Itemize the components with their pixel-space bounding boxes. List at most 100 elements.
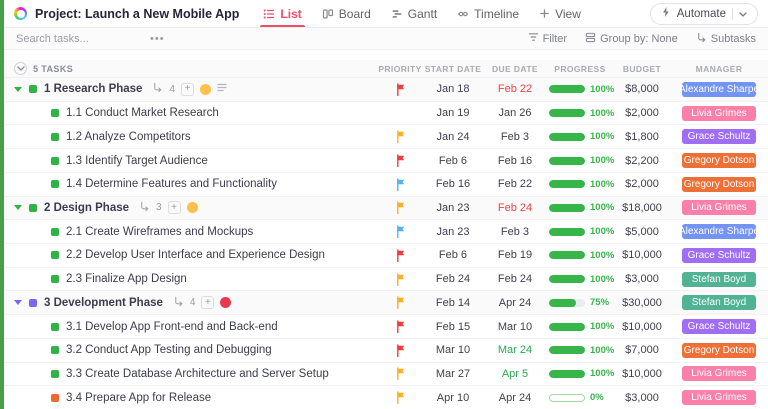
status-emoji-icon[interactable] [186, 202, 198, 214]
task-name[interactable]: 2.2 Develop User Interface and Experienc… [66, 249, 325, 261]
due-date[interactable]: Feb 22 [484, 83, 546, 95]
status-square-icon[interactable] [29, 85, 37, 94]
priority-flag-icon[interactable] [378, 225, 422, 239]
priority-flag-icon[interactable] [378, 272, 422, 286]
manager-badge[interactable]: Grace Schultz [682, 129, 756, 145]
budget-value[interactable]: $10,000 [614, 249, 670, 261]
priority-flag-icon[interactable] [378, 249, 422, 262]
task-row[interactable]: 2.3 Finalize App Design Feb 24 Feb 24 100% $… [4, 267, 768, 292]
column-header-budget[interactable]: BUDGET [614, 64, 670, 74]
add-task-button[interactable]: + [167, 201, 181, 215]
task-name[interactable]: 3.2 Conduct App Testing and Debugging [66, 344, 272, 356]
budget-value[interactable]: $7,000 [614, 344, 670, 356]
subtask-count[interactable]: 3 [156, 202, 162, 213]
task-row[interactable]: 2.1 Create Wireframes and Mockups Jan 23 F… [4, 220, 768, 245]
budget-value[interactable]: $10,000 [614, 321, 670, 333]
status-emoji-icon[interactable] [200, 83, 212, 95]
task-name[interactable]: 1.4 Determine Features and Functionality [66, 178, 277, 190]
column-header-progress[interactable]: PROGRESS [546, 64, 614, 74]
priority-flag-icon[interactable] [378, 154, 422, 168]
start-date[interactable]: Feb 6 [422, 249, 484, 261]
column-header-manager[interactable]: MANAGER [670, 64, 768, 74]
priority-flag-icon[interactable] [378, 296, 422, 310]
tab-view[interactable]: View [539, 0, 581, 27]
column-header-start-date[interactable]: START DATE [422, 64, 484, 74]
manager-badge[interactable]: Alexandre Sharpe [682, 81, 756, 97]
tab-list[interactable]: List [260, 0, 306, 27]
status-emoji-icon[interactable] [220, 297, 232, 309]
manager-badge[interactable]: Stefan Boyd [682, 271, 756, 287]
priority-flag-icon[interactable] [378, 391, 422, 405]
status-square-icon[interactable] [51, 109, 59, 118]
group-row[interactable]: 2 Design Phase 3 + Jan 23 Feb 24 100% $18,000 L… [4, 196, 768, 221]
start-date[interactable]: Mar 10 [422, 344, 484, 356]
tab-timeline[interactable]: Timeline [457, 0, 519, 27]
start-date[interactable]: Jan 19 [422, 107, 484, 119]
expand-caret-icon[interactable] [14, 205, 22, 211]
budget-value[interactable]: $1,800 [614, 131, 670, 143]
due-date[interactable]: Mar 10 [484, 321, 546, 333]
manager-badge[interactable]: Gregory Dotson [682, 153, 756, 169]
budget-value[interactable]: $2,200 [614, 155, 670, 167]
manager-badge[interactable]: Grace Schultz [682, 247, 756, 263]
expand-caret-icon[interactable] [14, 86, 22, 92]
start-date[interactable]: Feb 15 [422, 321, 484, 333]
task-row[interactable]: 3.4 Prepare App for Release Apr 10 Apr 24 0… [4, 386, 768, 409]
more-options-button[interactable]: ••• [150, 33, 165, 45]
manager-badge[interactable]: Stefan Boyd [682, 295, 756, 311]
due-date[interactable]: Apr 24 [484, 297, 546, 309]
due-date[interactable]: Feb 3 [484, 131, 546, 143]
manager-badge[interactable]: Livia Grimes [682, 366, 756, 382]
subtask-count[interactable]: 4 [169, 84, 175, 95]
due-date[interactable]: Feb 19 [484, 249, 546, 261]
budget-value[interactable]: $8,000 [614, 83, 670, 95]
start-date[interactable]: Jan 18 [422, 83, 484, 95]
due-date[interactable]: Apr 24 [484, 392, 546, 404]
task-row[interactable]: 1.3 Identify Target Audience Feb 6 Feb 16 1… [4, 149, 768, 173]
start-date[interactable]: Feb 16 [422, 178, 484, 190]
due-date[interactable]: Feb 16 [484, 155, 546, 167]
group-row[interactable]: 1 Research Phase 4 + Jan 18 Feb 22 100% $8,000… [4, 78, 768, 102]
task-name[interactable]: 3 Development Phase [44, 297, 163, 309]
subtasks-button[interactable]: Subtasks [696, 32, 756, 46]
task-name[interactable]: 3.3 Create Database Architecture and Ser… [66, 368, 329, 380]
start-date[interactable]: Jan 24 [422, 131, 484, 143]
status-square-icon[interactable] [51, 180, 59, 189]
budget-value[interactable]: $2,000 [614, 178, 670, 190]
status-square-icon[interactable] [51, 322, 59, 331]
task-row[interactable]: 3.1 Develop App Front-end and Back-end Fe… [4, 315, 768, 339]
group-row[interactable]: 3 Development Phase 4 + Feb 14 Apr 24 75% $30,… [4, 291, 768, 316]
budget-value[interactable]: $3,000 [614, 392, 670, 404]
add-task-button[interactable]: + [181, 82, 195, 96]
due-date[interactable]: Feb 24 [484, 273, 546, 285]
budget-value[interactable]: $2,000 [614, 107, 670, 119]
status-square-icon[interactable] [51, 369, 59, 378]
due-date[interactable]: Apr 5 [484, 368, 546, 380]
budget-value[interactable]: $5,000 [614, 226, 670, 238]
column-header-due-date[interactable]: DUE DATE [484, 64, 546, 74]
task-row[interactable]: 3.3 Create Database Architecture and Ser… [4, 362, 768, 387]
status-square-icon[interactable] [51, 346, 59, 355]
task-name[interactable]: 1.2 Analyze Competitors [66, 131, 191, 143]
tab-board[interactable]: Board [322, 0, 371, 27]
task-row[interactable]: 3.2 Conduct App Testing and Debugging Mar… [4, 338, 768, 363]
manager-badge[interactable]: Grace Schultz [682, 319, 756, 335]
manager-badge[interactable]: Livia Grimes [682, 200, 756, 216]
budget-value[interactable]: $18,000 [614, 202, 670, 214]
manager-badge[interactable]: Alexandre Sharpe [682, 224, 756, 240]
priority-flag-icon[interactable] [378, 83, 422, 96]
chevron-down-icon[interactable] [739, 8, 747, 20]
task-name[interactable]: 2 Design Phase [44, 202, 129, 214]
start-date[interactable]: Jan 23 [422, 202, 484, 214]
priority-flag-icon[interactable] [378, 130, 422, 144]
collapse-group-button[interactable] [14, 62, 27, 75]
task-name[interactable]: 3.4 Prepare App for Release [66, 392, 211, 404]
add-task-button[interactable]: + [201, 296, 215, 310]
column-header-priority[interactable]: PRIORITY [378, 64, 422, 74]
task-name[interactable]: 2.1 Create Wireframes and Mockups [66, 226, 253, 238]
subtask-count[interactable]: 4 [190, 297, 196, 308]
due-date[interactable]: Feb 24 [484, 202, 546, 214]
budget-value[interactable]: $3,000 [614, 273, 670, 285]
search-input[interactable] [16, 32, 136, 45]
manager-badge[interactable]: Gregory Dotson [682, 342, 756, 358]
